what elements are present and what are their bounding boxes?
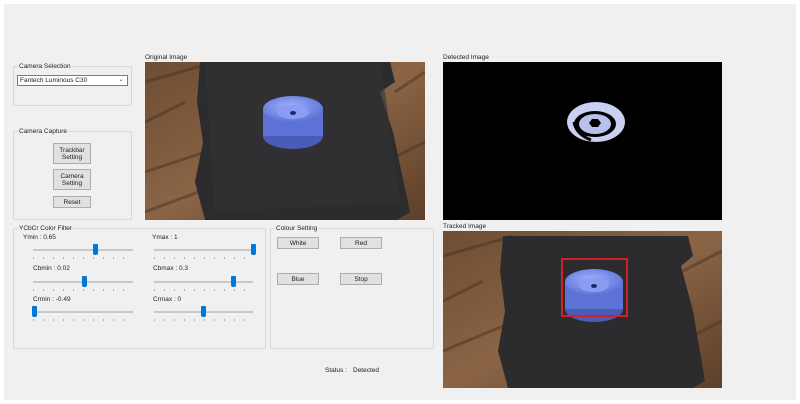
white-button[interactable]: White: [277, 237, 319, 249]
colour-setting-label: Colour Setting: [275, 224, 319, 233]
ymin-slider-thumb[interactable]: [92, 244, 98, 255]
tracked-image: [443, 231, 722, 388]
tracked-image-graphic: [443, 231, 722, 388]
trackbar-setting-button[interactable]: Trackbar Setting: [53, 143, 91, 164]
cbmin-slider-thumb[interactable]: [81, 276, 87, 287]
reset-button[interactable]: Reset: [53, 196, 91, 208]
cbmin-label: Cbmin : 0.02: [33, 265, 70, 272]
original-image-label: Original Image: [145, 54, 188, 61]
detected-image-label: Detected Image: [443, 54, 489, 61]
ymax-slider-thumb[interactable]: [250, 244, 256, 255]
crmax-slider-thumb[interactable]: [201, 306, 206, 317]
ymax-label: Ymax : 1: [152, 234, 178, 241]
original-image-graphic: [145, 62, 425, 220]
cbmax-slider-thumb[interactable]: [230, 276, 236, 287]
crmax-slider[interactable]: [154, 306, 253, 321]
stop-button[interactable]: Stop: [340, 273, 382, 285]
cbmax-slider[interactable]: [154, 276, 253, 291]
camera-selection-group: Camera Selection Fantech Luminous C30 ⌄: [13, 62, 132, 106]
camera-selection-label: Camera Selection: [18, 62, 72, 71]
detected-image-graphic: [443, 62, 722, 220]
ymax-slider[interactable]: [154, 244, 256, 259]
chevron-down-icon[interactable]: ⌄: [117, 76, 125, 85]
red-button[interactable]: Red: [340, 237, 382, 249]
camera-select-dropdown[interactable]: Fantech Luminous C30 ⌄: [17, 75, 128, 86]
status-value: Detected: [353, 367, 380, 374]
status-label: Status :: [325, 367, 348, 374]
ycbcr-filter-label: YCbCr Color Filter: [18, 224, 74, 233]
crmin-label: Crmin : -0.49: [33, 296, 71, 303]
cbmax-label: Cbmax : 0.3: [153, 265, 189, 272]
crmin-slider[interactable]: [31, 306, 133, 321]
crmax-label: Crmax : 0: [153, 296, 182, 303]
crmin-slider-thumb[interactable]: [31, 306, 37, 317]
blue-button[interactable]: Blue: [277, 273, 319, 285]
original-image: [145, 62, 425, 220]
colour-setting-group: Colour Setting White Red Blue Stop: [270, 224, 434, 349]
ymin-label: Ymin : 0.65: [23, 234, 56, 241]
app-window: Camera Selection Fantech Luminous C30 ⌄ …: [4, 4, 796, 400]
camera-capture-label: Camera Capture: [18, 127, 69, 136]
detected-image: [443, 62, 722, 220]
tracked-image-label: Tracked Image: [443, 223, 487, 230]
camera-capture-group: Camera Capture Trackbar Setting Camera S…: [13, 127, 132, 220]
ycbcr-filter-group: YCbCr Color Filter Ymin : 0.65 Ymax : 1 …: [13, 224, 266, 349]
ymin-slider[interactable]: [33, 244, 133, 259]
cbmin-slider[interactable]: [33, 276, 133, 291]
camera-select-value: Fantech Luminous C30: [20, 77, 88, 84]
camera-setting-button[interactable]: Camera Setting: [53, 169, 91, 190]
